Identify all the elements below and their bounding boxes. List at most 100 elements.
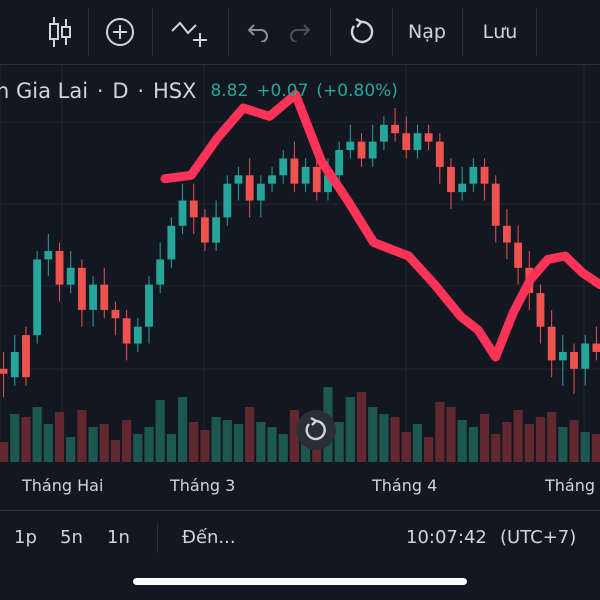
candle-body — [514, 242, 523, 268]
chart-type-button[interactable] — [40, 0, 80, 64]
range-1p-button[interactable]: 1p — [14, 527, 37, 548]
volume-bar — [424, 437, 434, 462]
symbol-legend: n Gia Lai · D · HSX 8.82 +0.07 (+0.80%) — [0, 76, 406, 106]
candle-body — [335, 150, 344, 176]
candle-body — [77, 267, 86, 310]
undo-icon — [247, 24, 268, 42]
volume-bar — [356, 392, 367, 462]
undo-button[interactable] — [240, 0, 274, 64]
time-axis[interactable]: Tháng Hai Tháng 3 Tháng 4 Tháng — [0, 462, 600, 510]
candle-body — [469, 166, 478, 184]
candle-body — [402, 133, 411, 151]
candle-body — [346, 141, 355, 151]
volume-bar — [345, 397, 355, 462]
home-indicator-area — [0, 566, 600, 600]
volume-bar — [54, 412, 65, 462]
timezone-label[interactable]: (UTC+7) — [500, 527, 576, 548]
reload-button[interactable] — [342, 0, 380, 64]
candle-body — [581, 343, 590, 369]
volume-bar — [446, 407, 456, 462]
volume-bar — [32, 407, 42, 462]
volume-bar — [200, 430, 210, 462]
candle-body — [413, 133, 422, 151]
price-chart[interactable] — [0, 64, 600, 462]
time-axis-label: Tháng 3 — [170, 476, 236, 495]
home-indicator[interactable] — [133, 578, 467, 585]
volume-bar — [502, 422, 512, 462]
exchange-label: HSX — [152, 79, 197, 103]
candle-body — [66, 267, 75, 285]
interval-label[interactable]: D — [112, 79, 128, 103]
reset-icon — [305, 417, 326, 441]
candle-body — [22, 335, 30, 378]
candle-body — [312, 166, 321, 193]
volume-bar — [155, 400, 165, 462]
legend-separator: · — [137, 79, 144, 103]
candle-body — [570, 351, 578, 369]
candle-body — [201, 217, 209, 243]
candle-body — [491, 183, 500, 226]
load-layout-button[interactable]: Nạp — [400, 0, 454, 64]
candle-body — [379, 124, 388, 142]
candles-icon — [49, 17, 71, 47]
volume-bar — [122, 420, 132, 462]
symbol-name[interactable]: n Gia Lai — [0, 79, 88, 103]
range-5n-button[interactable]: 5n — [60, 527, 83, 548]
candle-body — [212, 217, 221, 243]
volume-bar — [133, 434, 143, 462]
volume-bar — [77, 410, 87, 462]
volume-bar — [491, 434, 501, 462]
range-1n-button[interactable]: 1n — [107, 527, 130, 548]
volume-bar — [88, 427, 98, 462]
candle-body — [44, 251, 53, 260]
candle-body — [156, 259, 165, 285]
candle-body — [592, 343, 600, 352]
candle-body — [167, 225, 176, 260]
time-axis-label: Tháng 4 — [372, 476, 438, 495]
volume-bar — [457, 420, 467, 462]
candle-body — [357, 141, 366, 159]
redo-button[interactable] — [284, 0, 318, 64]
volume-bar — [558, 427, 568, 462]
divider — [157, 523, 158, 553]
volume-bar — [267, 427, 277, 462]
candle-body — [122, 318, 131, 344]
candle-body — [301, 166, 310, 184]
reset-chart-button[interactable] — [296, 410, 336, 450]
candle-body — [290, 158, 299, 184]
volume-bar — [177, 397, 188, 462]
volume-bar — [233, 424, 244, 462]
volume-bar — [401, 432, 411, 462]
time-axis-label: Tháng — [545, 476, 596, 495]
candle-body — [189, 200, 198, 218]
volume-bar — [368, 407, 378, 462]
volume-bar — [547, 412, 557, 462]
legend-separator: · — [97, 79, 104, 103]
candle-body — [234, 175, 243, 184]
candle-body — [33, 259, 42, 336]
candle-body — [89, 284, 97, 310]
candle-body — [458, 183, 467, 193]
add-indicator-button[interactable] — [98, 0, 142, 64]
save-layout-button[interactable]: Lưu — [470, 0, 530, 64]
goto-date-button[interactable]: Đến... — [182, 527, 236, 548]
candle-body — [100, 284, 109, 310]
volume-bar — [10, 414, 20, 462]
last-price: 8.82 — [210, 81, 249, 101]
volume-bar — [166, 434, 176, 462]
volume-bar — [535, 417, 546, 462]
compare-button[interactable] — [166, 0, 212, 64]
volume-bar — [479, 414, 490, 462]
volume-bar — [245, 407, 255, 462]
clock-time[interactable]: 10:07:42 — [406, 527, 487, 548]
candle-body — [133, 326, 142, 344]
volume-bar — [110, 440, 121, 462]
volume-bar — [256, 422, 266, 462]
candle-body — [145, 284, 153, 327]
save-layout-label: Lưu — [482, 21, 518, 43]
candle-body — [178, 200, 187, 226]
bottom-toolbar: 1p 5n 1n Đến... 10:07:42 (UTC+7) — [0, 510, 600, 567]
volume-bar — [435, 402, 445, 462]
candle-body — [368, 141, 377, 159]
candle-body — [268, 175, 276, 184]
